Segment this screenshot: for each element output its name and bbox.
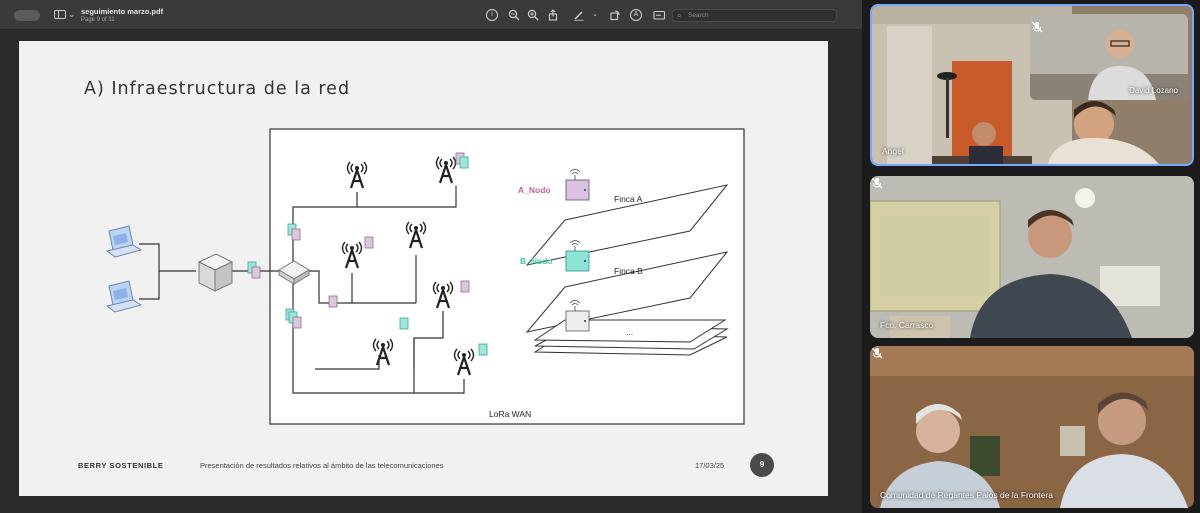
page-indicator: Page 9 of 11 (81, 17, 115, 23)
farm-b-label: Finca B (614, 266, 643, 276)
screen: ⌄ seguimiento marzo.pdf Page 9 of 11 i ⌄… (0, 0, 1200, 513)
footer-date: 17/03/25 (695, 461, 725, 470)
sidebar-icon (54, 10, 66, 19)
zoom-out-icon[interactable] (508, 9, 520, 21)
laptop-icon (106, 225, 142, 258)
participant-video (870, 346, 1194, 508)
slide-heading: A) Infraestructura de la red (84, 79, 351, 99)
mic-off-icon (1031, 21, 1043, 33)
window-controls[interactable] (14, 10, 40, 21)
video-tile-comunidad-regantes[interactable]: Comunidad de Regantes Palos de la Fronte… (870, 346, 1194, 508)
markup-pen-icon[interactable] (573, 9, 585, 21)
more-farms-label: ... (626, 327, 633, 337)
footer-caption: Presentación de resultados relativos al … (200, 461, 444, 470)
self-view-thumbnail[interactable]: David Lozano (1030, 14, 1188, 100)
mic-off-icon (871, 347, 883, 359)
sidebar-toggle-button[interactable]: ⌄ (52, 8, 76, 22)
rotate-icon[interactable] (609, 9, 621, 21)
info-icon[interactable]: i (486, 9, 498, 21)
participant-video (870, 176, 1194, 338)
search-field[interactable]: ⌕ (672, 9, 837, 22)
annotate-icon[interactable]: A (630, 9, 642, 21)
server-icon (197, 253, 234, 292)
viewer-toolbar: ⌄ seguimiento marzo.pdf Page 9 of 11 i ⌄… (0, 0, 862, 30)
form-fill-icon[interactable] (653, 9, 666, 21)
search-icon: ⌕ (677, 11, 682, 20)
laptop-icon (106, 280, 142, 313)
page-number-badge: 9 (750, 453, 774, 477)
zoom-in-icon[interactable] (527, 9, 539, 21)
participant-name: Fco. Carrasco (880, 320, 934, 330)
participant-name: Comunidad de Regantes Palos de la Fronte… (880, 490, 1053, 500)
node-a-label: A_Nodo (518, 185, 551, 195)
self-view-name: David Lozano (1129, 86, 1178, 95)
node-b-label: B_Nodo (520, 256, 553, 266)
search-input[interactable] (688, 10, 833, 21)
video-tile-angel[interactable]: David Lozano Angel (870, 4, 1194, 166)
network-diagram: A_Nodo Finca A B_Nodo Finca B ... LoRa W… (106, 128, 745, 425)
network-label: LoRa WAN (489, 409, 531, 419)
participant-name: Angel (882, 146, 904, 156)
share-icon[interactable] (547, 9, 559, 21)
video-tile-fco-carrasco[interactable]: Fco. Carrasco (870, 176, 1194, 338)
farm-a-label: Finca A (614, 194, 643, 204)
footer-brand: BERRY SOSTENIBLE (78, 461, 164, 470)
chevron-down-icon: ⌄ (68, 9, 76, 19)
slide-page: A_Nodo Finca A B_Nodo Finca B ... LoRa W… (19, 41, 828, 496)
mic-off-icon (871, 177, 883, 189)
document-title: seguimiento marzo.pdf (81, 7, 164, 16)
pdf-viewer-window: ⌄ seguimiento marzo.pdf Page 9 of 11 i ⌄… (0, 0, 862, 513)
chevron-down-icon[interactable]: ⌄ (589, 9, 601, 21)
